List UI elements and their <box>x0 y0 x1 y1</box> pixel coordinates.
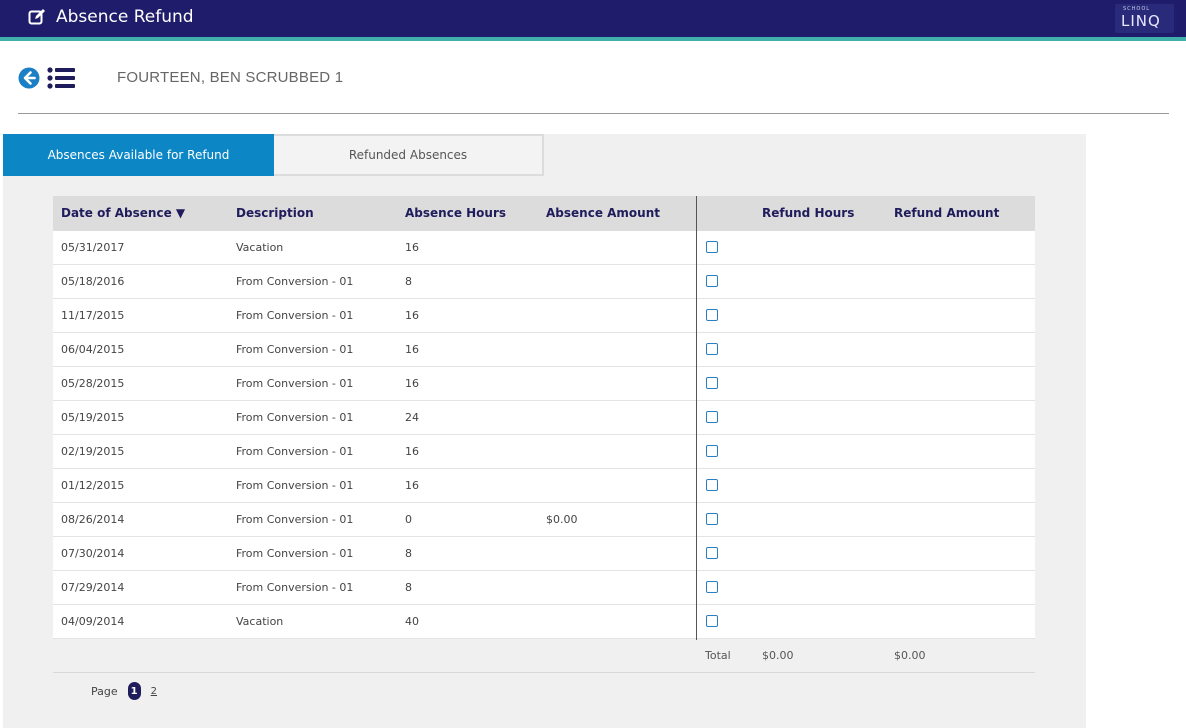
cell-absence-hours: 8 <box>405 581 412 594</box>
refund-panel: Absences Available for Refund Refunded A… <box>3 134 1086 728</box>
cell-description: From Conversion - 01 <box>236 275 354 288</box>
cell-description: From Conversion - 01 <box>236 581 354 594</box>
refund-checkbox[interactable] <box>706 445 718 457</box>
cell-absence-hours: 8 <box>405 275 412 288</box>
refund-checkbox[interactable] <box>706 547 718 559</box>
school-linq-logo: SCHOOL LINQ <box>1115 4 1174 33</box>
app-title: Absence Refund <box>56 7 194 27</box>
table-row: 11/17/2015 From Conversion - 01 16 <box>53 299 1035 333</box>
back-arrow-icon[interactable] <box>18 67 40 89</box>
cell-date: 05/19/2015 <box>61 411 125 424</box>
cell-absence-hours: 16 <box>405 377 419 390</box>
table-row: 05/31/2017 Vacation 16 <box>53 231 1035 265</box>
cell-absence-hours: 16 <box>405 445 419 458</box>
refund-checkbox[interactable] <box>706 479 718 491</box>
cell-absence-hours: 24 <box>405 411 419 424</box>
cell-absence-hours: 16 <box>405 309 419 322</box>
cell-description: From Conversion - 01 <box>236 479 354 492</box>
cell-description: From Conversion - 01 <box>236 309 354 322</box>
refund-checkbox[interactable] <box>706 581 718 593</box>
cell-date: 07/30/2014 <box>61 547 125 560</box>
tab-absences-available[interactable]: Absences Available for Refund <box>3 134 274 176</box>
cell-description: From Conversion - 01 <box>236 377 354 390</box>
cell-date: 02/19/2015 <box>61 445 125 458</box>
edit-icon <box>28 9 45 25</box>
cell-date: 05/28/2015 <box>61 377 125 390</box>
cell-description: From Conversion - 01 <box>236 445 354 458</box>
total-label: Total <box>705 649 731 662</box>
refund-checkbox[interactable] <box>706 309 718 321</box>
list-icon[interactable] <box>47 67 75 89</box>
cell-description: From Conversion - 01 <box>236 411 354 424</box>
cell-absence-hours: 0 <box>405 513 412 526</box>
cell-absence-hours: 40 <box>405 615 419 628</box>
total-refund-hours: $0.00 <box>762 649 794 662</box>
table-body: 05/31/2017 Vacation 16 05/18/2016 From C… <box>53 231 1035 639</box>
header-divider <box>18 113 1169 114</box>
column-absence-hours: Absence Hours <box>405 206 507 220</box>
employee-name: FOURTEEN, BEN SCRUBBED 1 <box>117 69 344 86</box>
refund-checkbox[interactable] <box>706 377 718 389</box>
cell-date: 07/29/2014 <box>61 581 125 594</box>
cell-description: From Conversion - 01 <box>236 513 354 526</box>
cell-absence-hours: 16 <box>405 479 419 492</box>
table-row: 05/18/2016 From Conversion - 01 8 <box>53 265 1035 299</box>
cell-absence-hours: 8 <box>405 547 412 560</box>
table-row: 05/19/2015 From Conversion - 01 24 <box>53 401 1035 435</box>
cell-date: 01/12/2015 <box>61 479 125 492</box>
table-row: 07/29/2014 From Conversion - 01 8 <box>53 571 1035 605</box>
app-title-group: Absence Refund <box>28 7 194 27</box>
table-row: 06/04/2015 From Conversion - 01 16 <box>53 333 1035 367</box>
cell-description: From Conversion - 01 <box>236 343 354 356</box>
refund-checkbox[interactable] <box>706 343 718 355</box>
cell-date: 06/04/2015 <box>61 343 125 356</box>
refund-checkbox[interactable] <box>706 411 718 423</box>
column-date-of-absence[interactable]: Date of Absence ▼ <box>61 206 185 220</box>
column-divider <box>696 196 697 640</box>
column-absence-amount: Absence Amount <box>546 206 660 220</box>
table-row: 04/09/2014 Vacation 40 <box>53 605 1035 639</box>
cell-absence-hours: 16 <box>405 343 419 356</box>
page-label: Page <box>91 684 118 698</box>
cell-date: 05/18/2016 <box>61 275 125 288</box>
table-header: Date of Absence ▼ Description Absence Ho… <box>53 196 1035 231</box>
cell-date: 05/31/2017 <box>61 241 125 254</box>
table-row: 01/12/2015 From Conversion - 01 16 <box>53 469 1035 503</box>
pagination: Page 1 2 <box>91 682 157 700</box>
column-refund-hours: Refund Hours <box>762 206 855 220</box>
page-link-2[interactable]: 2 <box>151 686 157 697</box>
absence-table: Date of Absence ▼ Description Absence Ho… <box>53 196 1035 673</box>
cell-date: 04/09/2014 <box>61 615 125 628</box>
table-row: 05/28/2015 From Conversion - 01 16 <box>53 367 1035 401</box>
cell-description: From Conversion - 01 <box>236 547 354 560</box>
logo-main-text: LINQ <box>1121 12 1161 30</box>
top-bar-accent-line <box>0 37 1186 41</box>
total-refund-amount: $0.00 <box>894 649 926 662</box>
page-current[interactable]: 1 <box>127 682 141 700</box>
column-refund-amount: Refund Amount <box>894 206 1000 220</box>
refund-checkbox[interactable] <box>706 275 718 287</box>
cell-description: Vacation <box>236 241 284 254</box>
cell-date: 08/26/2014 <box>61 513 125 526</box>
cell-absence-amount: $0.00 <box>546 513 578 526</box>
refund-checkbox[interactable] <box>706 615 718 627</box>
tab-refunded-absences[interactable]: Refunded Absences <box>274 134 544 176</box>
total-row: Total $0.00 $0.00 <box>53 639 1035 673</box>
table-row: 02/19/2015 From Conversion - 01 16 <box>53 435 1035 469</box>
column-description: Description <box>236 206 314 220</box>
cell-date: 11/17/2015 <box>61 309 125 322</box>
cell-absence-hours: 16 <box>405 241 419 254</box>
cell-description: Vacation <box>236 615 284 628</box>
table-row: 07/30/2014 From Conversion - 01 8 <box>53 537 1035 571</box>
table-row: 08/26/2014 From Conversion - 01 0 $0.00 <box>53 503 1035 537</box>
top-bar: Absence Refund SCHOOL LINQ <box>0 0 1186 37</box>
refund-checkbox[interactable] <box>706 241 718 253</box>
refund-checkbox[interactable] <box>706 513 718 525</box>
